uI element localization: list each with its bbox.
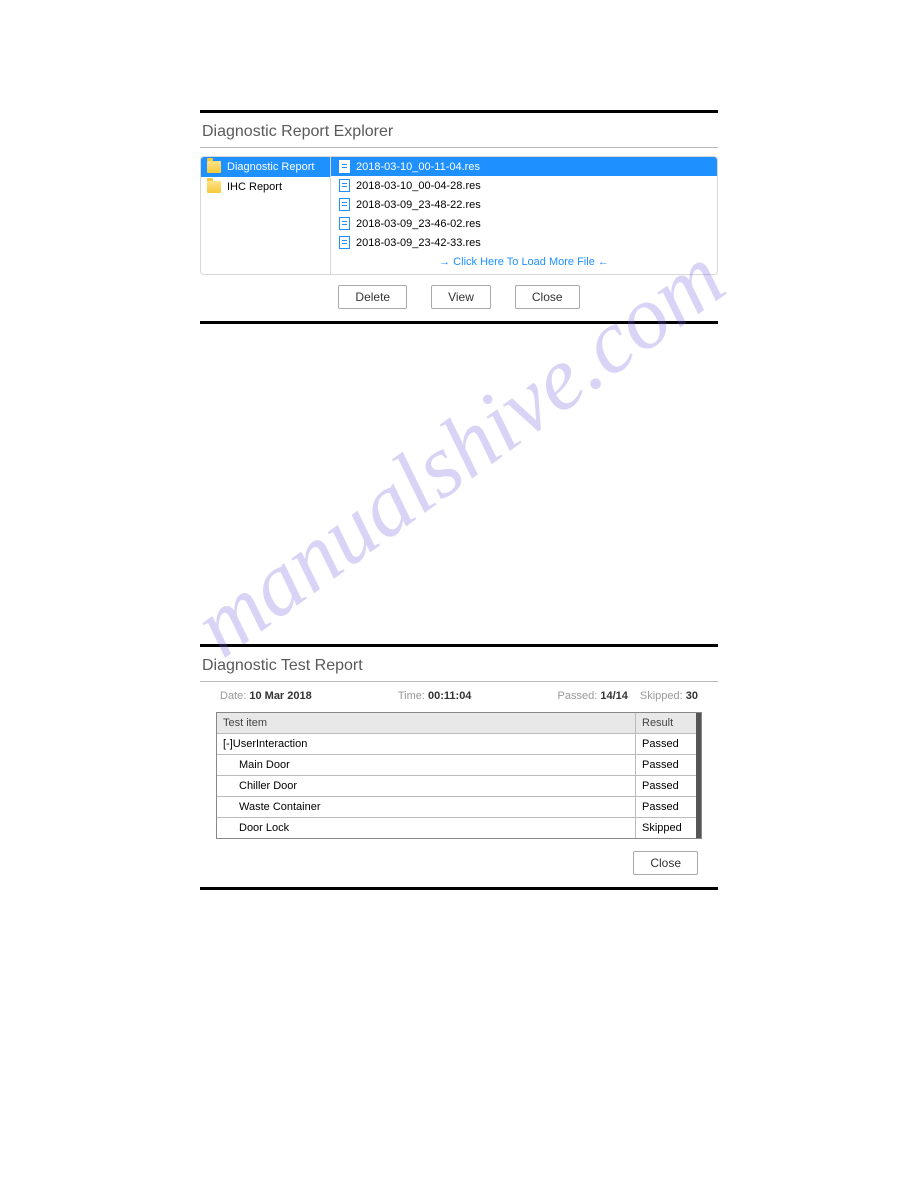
file-item[interactable]: 2018-03-09_23-48-22.res [331,195,717,214]
close-button[interactable]: Close [515,285,580,309]
row-item: Chiller Door [217,776,636,796]
table-row[interactable]: Waste Container Passed [217,797,696,818]
skipped-label: Skipped: [640,690,683,702]
file-icon [339,160,350,173]
row-result: Passed [636,797,696,817]
explorer-panel: Diagnostic Report Explorer Diagnostic Re… [200,110,718,324]
file-item[interactable]: 2018-03-09_23-46-02.res [331,214,717,233]
passed-label: Passed: [558,690,598,702]
report-close-button[interactable]: Close [633,851,698,875]
load-more-link[interactable]: → Click Here To Load More File ← [331,252,717,274]
row-item: Main Door [217,755,636,775]
row-item: [-]UserInteraction [217,734,636,754]
file-name: 2018-03-09_23-46-02.res [356,218,481,230]
file-item[interactable]: 2018-03-10_00-04-28.res [331,176,717,195]
date-value: 10 Mar 2018 [249,690,311,702]
file-pane: 2018-03-10_00-11-04.res 2018-03-10_00-04… [331,157,717,274]
folder-item-ihc-report[interactable]: IHC Report [201,177,330,197]
passed-value: 14/14 [600,690,628,702]
report-meta: Date: 10 Mar 2018 Time: 00:11:04 Passed:… [200,682,718,712]
delete-button[interactable]: Delete [338,285,407,309]
scrollbar[interactable] [696,713,701,838]
col-test-item: Test item [217,713,636,733]
file-name: 2018-03-10_00-11-04.res [356,161,480,173]
explorer-title: Diagnostic Report Explorer [200,119,718,148]
view-button[interactable]: View [431,285,491,309]
file-item[interactable]: 2018-03-09_23-42-33.res [331,233,717,252]
row-item: Door Lock [217,818,636,838]
file-name: 2018-03-10_00-04-28.res [356,180,481,192]
file-icon [339,198,350,211]
col-result: Result [636,713,696,733]
file-icon [339,179,350,192]
folder-icon [207,161,221,173]
table-row[interactable]: [-]UserInteraction Passed [217,734,696,755]
file-icon [339,217,350,230]
time-label: Time: [398,690,425,702]
report-table: Test item Result [-]UserInteraction Pass… [216,712,702,839]
report-panel: Diagnostic Test Report Date: 10 Mar 2018… [200,644,718,890]
table-row[interactable]: Door Lock Skipped [217,818,696,838]
folder-item-diagnostic-report[interactable]: Diagnostic Report [201,157,330,177]
row-result: Passed [636,734,696,754]
skipped-value: 30 [686,690,698,702]
folder-pane: Diagnostic Report IHC Report [201,157,331,274]
file-name: 2018-03-09_23-48-22.res [356,199,481,211]
file-icon [339,236,350,249]
row-result: Skipped [636,818,696,838]
row-item: Waste Container [217,797,636,817]
file-item[interactable]: 2018-03-10_00-11-04.res [331,157,717,176]
report-title: Diagnostic Test Report [200,653,718,682]
table-row[interactable]: Main Door Passed [217,755,696,776]
folder-icon [207,181,221,193]
date-label: Date: [220,690,246,702]
row-result: Passed [636,776,696,796]
file-name: 2018-03-09_23-42-33.res [356,237,481,249]
row-result: Passed [636,755,696,775]
time-value: 00:11:04 [428,690,471,702]
folder-label: IHC Report [227,181,282,193]
table-row[interactable]: Chiller Door Passed [217,776,696,797]
folder-label: Diagnostic Report [227,161,314,173]
